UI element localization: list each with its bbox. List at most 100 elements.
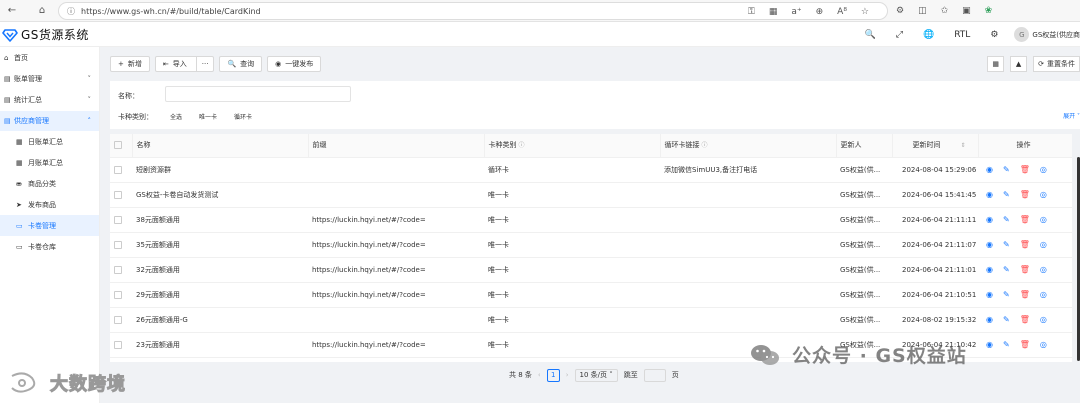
delete-icon[interactable]: 🗑	[1020, 190, 1030, 199]
search-icon[interactable]: 🔍	[865, 30, 876, 40]
split-icon[interactable]: ◫	[918, 6, 927, 16]
sidebar-item-bills[interactable]: ▤ 账单管理 ˅	[0, 69, 99, 89]
view-icon[interactable]: ◉	[986, 340, 993, 349]
globe-icon[interactable]: 🌐	[923, 30, 934, 40]
query-button[interactable]: 🔍 查询	[219, 56, 263, 72]
zoom-icon[interactable]: ⊕	[816, 7, 824, 17]
view-icon[interactable]: ◉	[986, 190, 993, 199]
column-header-prefix[interactable]: 前缀	[308, 134, 485, 158]
delete-icon[interactable]: 🗑	[1020, 215, 1030, 224]
row-checkbox[interactable]	[110, 307, 132, 333]
column-header-time[interactable]: 更新时间 ⇕	[892, 134, 979, 158]
delete-icon[interactable]: 🗑	[1020, 165, 1030, 174]
page-size-select[interactable]: 10 条/页 ˅	[574, 368, 618, 382]
collapse-icon[interactable]: ▲	[1010, 56, 1028, 72]
row-checkbox[interactable]	[110, 332, 132, 358]
detail-icon[interactable]: ◎	[1040, 240, 1047, 249]
sidebar-item-category[interactable]: ⛂ 商品分类	[0, 173, 99, 194]
logo[interactable]: GS货源系统	[2, 26, 89, 43]
user-name[interactable]: GS权益(供应商	[1032, 30, 1080, 40]
sidebar-item-publish[interactable]: ➤ 发布商品	[0, 194, 99, 215]
edit-icon[interactable]: ✎	[1003, 290, 1010, 299]
edit-icon[interactable]: ✎	[1003, 340, 1010, 349]
edit-icon[interactable]: ✎	[1003, 240, 1010, 249]
kind-option-unique[interactable]: 唯一卡	[199, 112, 217, 121]
edit-icon[interactable]: ✎	[1003, 215, 1010, 224]
column-header-updater[interactable]: 更新人	[836, 134, 893, 158]
sidebar-item-daily-bills[interactable]: ▦ 日账单汇总	[0, 131, 99, 152]
detail-icon[interactable]: ◎	[1040, 215, 1047, 224]
collections-icon[interactable]: ▣	[962, 6, 971, 16]
extensions-icon[interactable]: ⚙	[896, 6, 904, 16]
copilot-icon[interactable]: ❀	[985, 6, 993, 16]
sidebar-item-stats[interactable]: ▤ 统计汇总 ˅	[0, 90, 99, 110]
rtl-toggle[interactable]: RTL	[954, 30, 970, 40]
edit-icon[interactable]: ✎	[1003, 190, 1010, 199]
row-checkbox[interactable]	[110, 207, 132, 233]
name-input[interactable]	[165, 86, 351, 102]
delete-icon[interactable]: 🗑	[1020, 315, 1030, 324]
view-icon[interactable]: ◉	[986, 165, 993, 174]
kind-option-cycle[interactable]: 循环卡	[234, 112, 252, 121]
delete-icon[interactable]: 🗑	[1020, 290, 1030, 299]
fullscreen-icon[interactable]: ⤢	[896, 30, 903, 40]
prev-page-icon[interactable]: ‹	[538, 371, 541, 379]
sidebar-item-monthly-bills[interactable]: ▦ 月账单汇总	[0, 152, 99, 173]
sidebar-item-card-warehouse[interactable]: ▭ 卡卷仓库	[0, 236, 99, 257]
view-icon[interactable]: ◉	[986, 240, 993, 249]
sidebar-item-supplier[interactable]: ▤ 供应商管理 ˄	[0, 111, 99, 131]
settings-icon[interactable]: ⚙	[990, 30, 998, 40]
delete-icon[interactable]: 🗑	[1020, 265, 1030, 274]
sort-icon[interactable]: ⇕	[961, 142, 966, 149]
sidebar-item-card-manage[interactable]: ▭ 卡卷管理	[0, 215, 99, 236]
delete-icon[interactable]: 🗑	[1020, 240, 1030, 249]
edit-icon[interactable]: ✎	[1003, 315, 1010, 324]
info-icon[interactable]: ⓘ	[67, 6, 75, 17]
font-icon[interactable]: A⁸	[837, 7, 847, 17]
sidebar-item-home[interactable]: ⌂ 首页	[0, 48, 99, 68]
edit-icon[interactable]: ✎	[1003, 165, 1010, 174]
grid-icon[interactable]: ▦	[769, 7, 778, 17]
avatar[interactable]: G	[1014, 27, 1030, 42]
key-icon[interactable]: ⚿	[748, 7, 755, 17]
detail-icon[interactable]: ◎	[1040, 265, 1047, 274]
edit-icon[interactable]: ✎	[1003, 265, 1010, 274]
row-checkbox[interactable]	[110, 282, 132, 308]
column-header-link[interactable]: 循环卡链接 ⓘ	[660, 134, 837, 158]
detail-icon[interactable]: ◎	[1040, 165, 1047, 174]
column-header-kind[interactable]: 卡种类别 ⓘ	[484, 134, 661, 158]
expand-link[interactable]: 展开 ˅	[1063, 111, 1080, 120]
detail-icon[interactable]: ◎	[1040, 290, 1047, 299]
page-number[interactable]: 1	[546, 368, 560, 382]
reset-button[interactable]: ⟳ 重置条件	[1033, 56, 1080, 72]
view-icon[interactable]: ◉	[986, 315, 993, 324]
row-checkbox[interactable]	[110, 257, 132, 283]
jump-input[interactable]	[643, 368, 666, 382]
import-button[interactable]: ⇤ 导入 ···	[154, 56, 215, 72]
detail-icon[interactable]: ◎	[1040, 340, 1047, 349]
row-checkbox[interactable]	[110, 182, 132, 208]
home-icon[interactable]: ⌂	[34, 3, 50, 19]
more-button[interactable]: ···	[195, 57, 214, 71]
detail-icon[interactable]: ◎	[1040, 315, 1047, 324]
select-all-checkbox[interactable]	[110, 134, 133, 158]
detail-icon[interactable]: ◎	[1040, 190, 1047, 199]
publish-button[interactable]: ◉ 一键发布	[267, 56, 322, 72]
view-icon[interactable]: ◉	[986, 290, 993, 299]
view-icon[interactable]: ◉	[986, 265, 993, 274]
favorites-bar-icon[interactable]: ✩	[941, 6, 949, 16]
row-checkbox[interactable]	[110, 157, 132, 183]
back-icon[interactable]: ←	[4, 3, 20, 19]
kind-option-all[interactable]: 全选	[170, 112, 182, 121]
favorite-icon[interactable]: ☆	[861, 7, 869, 17]
next-page-icon[interactable]: ›	[566, 371, 569, 379]
add-button[interactable]: + 新增	[110, 56, 150, 72]
column-header-name[interactable]: 名称	[132, 134, 309, 158]
stats-icon: ▤	[4, 96, 11, 104]
row-checkbox[interactable]	[110, 232, 132, 258]
delete-icon[interactable]: 🗑	[1020, 340, 1030, 349]
column-settings-icon[interactable]: ▦	[987, 56, 1005, 72]
view-icon[interactable]: ◉	[986, 215, 993, 224]
read-aloud-icon[interactable]: a⁺	[791, 7, 801, 17]
address-bar[interactable]: ⓘ https://www.gs-wh.cn/#/build/table/Car…	[58, 2, 888, 20]
